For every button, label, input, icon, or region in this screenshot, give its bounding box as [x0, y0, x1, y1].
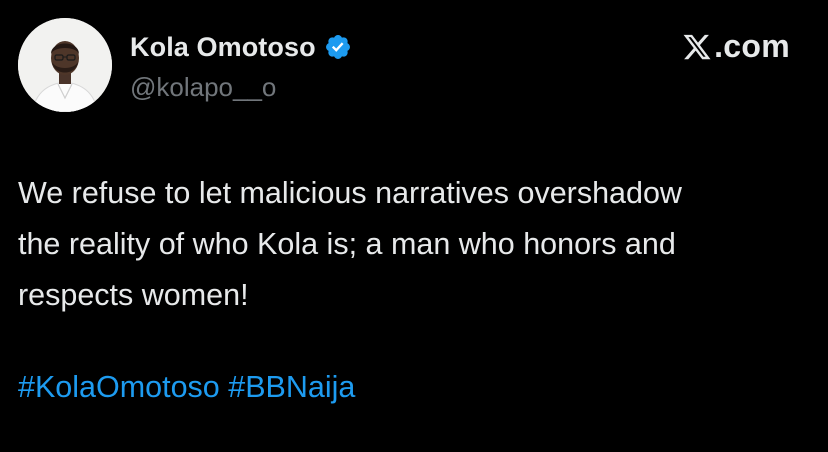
- tweet-text-line: respects women!: [18, 278, 249, 312]
- hashtag-link[interactable]: #BBNaija: [228, 370, 355, 404]
- verified-badge-icon: [324, 33, 352, 61]
- brand-domain-text: .com: [714, 28, 790, 64]
- author-handle[interactable]: @kolapo__o: [130, 72, 276, 103]
- x-logo-icon: [682, 32, 712, 62]
- author-name-row: Kola Omotoso: [130, 30, 352, 64]
- author-display-name[interactable]: Kola Omotoso: [130, 32, 316, 63]
- avatar-photo-icon: [18, 18, 112, 112]
- tweet-card: Kola Omotoso @kolapo__o .com We refuse t…: [0, 0, 828, 452]
- brand-mark: .com: [682, 28, 790, 65]
- hashtag-link[interactable]: #KolaOmotoso: [18, 370, 220, 404]
- tweet-text: We refuse to let malicious narratives ov…: [18, 168, 818, 321]
- avatar[interactable]: [18, 18, 112, 112]
- tweet-text-line: the reality of who Kola is; a man who ho…: [18, 227, 676, 261]
- tweet-hashtags: #KolaOmotoso #BBNaija: [18, 362, 355, 413]
- tweet-text-line: We refuse to let malicious narratives ov…: [18, 176, 682, 210]
